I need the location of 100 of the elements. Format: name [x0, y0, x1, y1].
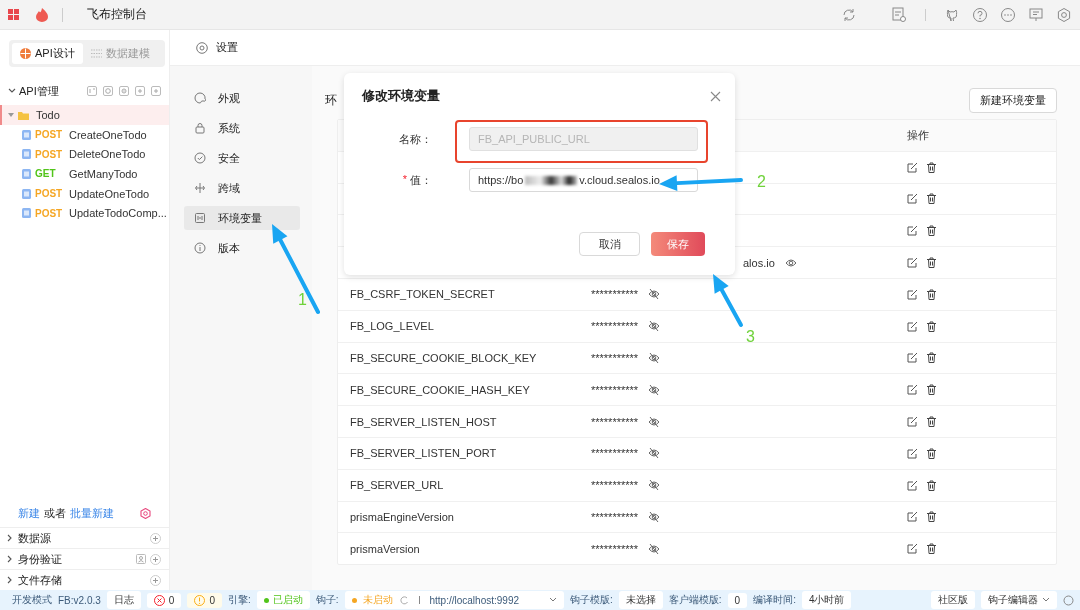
nav-item[interactable]: 环境变量 — [184, 206, 300, 230]
document-preview-icon[interactable] — [891, 6, 907, 23]
status-label: 编译时间: — [753, 593, 796, 607]
chevron-icon[interactable] — [8, 87, 16, 95]
edit-icon[interactable] — [907, 416, 918, 428]
grid-menu-icon[interactable] — [8, 9, 19, 20]
api-item[interactable]: POST UpdateTodoComp... — [0, 203, 169, 223]
error-count[interactable]: 0 — [146, 592, 182, 608]
settings-icon[interactable] — [1056, 6, 1072, 23]
edit-icon[interactable] — [907, 511, 918, 523]
api-item[interactable]: POST UpdateOneTodo — [0, 183, 169, 204]
trash-icon[interactable] — [926, 543, 937, 555]
variable-name: prismaEngineVersion — [350, 510, 454, 523]
section-header[interactable]: 数据源 — [0, 527, 169, 548]
status-chip[interactable]: 日志 — [106, 591, 141, 609]
info-icon — [194, 242, 206, 254]
new-variable-button[interactable]: 新建环境变量 — [969, 88, 1057, 113]
edit-icon[interactable] — [907, 384, 918, 396]
status-label: 客户端模版: — [668, 593, 722, 607]
cancel-button[interactable]: 取消 — [579, 232, 640, 256]
edit-icon[interactable] — [907, 447, 918, 459]
trash-icon[interactable] — [926, 225, 937, 237]
edit-icon[interactable] — [907, 193, 918, 205]
variable-value: *********** — [591, 479, 639, 492]
help-icon[interactable] — [972, 6, 988, 23]
add-icon[interactable] — [150, 553, 161, 565]
add-icon[interactable] — [150, 532, 161, 544]
api-item[interactable]: GET GetManyTodo — [0, 164, 169, 184]
hook-url: http://localhost:9992 — [429, 594, 519, 606]
nav-item[interactable]: 版本 — [184, 236, 300, 260]
edit-icon[interactable] — [907, 288, 918, 300]
arrow — [713, 274, 743, 327]
close-icon[interactable] — [710, 90, 721, 102]
create-link[interactable]: 新建 — [18, 506, 40, 521]
trash-icon[interactable] — [926, 161, 937, 173]
globe-icon — [20, 48, 31, 59]
eye-off-icon[interactable] — [648, 542, 661, 555]
section-header[interactable]: API管理 — [8, 83, 161, 99]
trash-icon[interactable] — [926, 384, 937, 396]
variable-value: *********** — [591, 351, 639, 364]
caret-icon[interactable] — [549, 596, 557, 604]
warning-count[interactable]: 0 — [187, 592, 222, 608]
trash-icon[interactable] — [926, 288, 937, 300]
trash-icon[interactable] — [926, 511, 937, 523]
trash-icon[interactable] — [926, 257, 937, 269]
eye-off-icon[interactable] — [648, 288, 661, 301]
eye-off-icon[interactable] — [648, 415, 661, 428]
hook-status[interactable]: 未启动 http://localhost:9992 — [344, 591, 564, 609]
trash-icon[interactable] — [926, 320, 937, 332]
api-item[interactable]: POST DeleteOneTodo — [0, 144, 169, 165]
nav-item[interactable]: 外观 — [184, 86, 300, 110]
edit-icon[interactable] — [907, 257, 918, 269]
eye-icon[interactable] — [784, 256, 797, 269]
batch-create-link[interactable]: 批量新建 — [70, 506, 114, 521]
variable-name: FB_SERVER_URL — [350, 479, 444, 492]
edit-icon[interactable] — [907, 543, 918, 555]
trash-icon[interactable] — [926, 352, 937, 364]
status-chip[interactable]: 未选择 — [618, 591, 663, 609]
trash-icon[interactable] — [926, 447, 937, 459]
value-field[interactable]: https://bo v.cloud.sealos.io — [469, 168, 698, 192]
folder-item[interactable]: Todo — [0, 105, 169, 125]
edit-icon[interactable] — [907, 320, 918, 332]
edit-icon[interactable] — [907, 479, 918, 491]
editor-dropdown[interactable]: 钩子编辑器 — [981, 591, 1057, 609]
status-chip[interactable]: 0 — [727, 592, 748, 608]
chevron-icon[interactable] — [6, 576, 14, 584]
chevron-icon[interactable] — [6, 555, 14, 563]
edit-icon[interactable] — [907, 352, 918, 364]
nav-item[interactable]: 跨域 — [184, 176, 300, 200]
status-chip[interactable]: 4小时前 — [801, 591, 852, 609]
edit-icon[interactable] — [907, 225, 918, 237]
variable-name: FB_SECURE_COOKIE_BLOCK_KEY — [350, 351, 537, 364]
settings-icon[interactable] — [140, 508, 151, 519]
eye-off-icon[interactable] — [648, 479, 661, 492]
hint-text: 或者 — [44, 506, 66, 521]
chevron-icon[interactable] — [6, 534, 14, 542]
tab[interactable]: API设计 — [12, 43, 83, 64]
eye-off-icon[interactable] — [648, 351, 661, 364]
shield-check-icon — [194, 152, 206, 164]
trash-icon[interactable] — [926, 416, 937, 428]
variable-value: *********** — [591, 320, 639, 333]
edit-icon[interactable] — [907, 161, 918, 173]
variable-name: FB_LOG_LEVEL — [350, 320, 434, 333]
eye-off-icon[interactable] — [648, 510, 661, 523]
eye-off-icon[interactable] — [648, 383, 661, 396]
add-icon[interactable] — [150, 574, 161, 586]
status-label: 引擎: — [227, 593, 251, 607]
status-chip[interactable]: 社区版 — [931, 591, 975, 609]
eye-off-icon[interactable] — [648, 447, 661, 460]
trash-icon[interactable] — [926, 193, 937, 205]
eye-off-icon[interactable] — [648, 320, 661, 333]
section-header[interactable]: 身份验证 — [0, 548, 169, 569]
api-item[interactable]: POST CreateOneTodo — [0, 125, 169, 145]
chat-icon[interactable] — [1000, 6, 1016, 23]
nav-item[interactable]: 安全 — [184, 146, 300, 170]
nav-item[interactable]: 系统 — [184, 116, 300, 140]
variable-value: alos.io — [743, 256, 775, 269]
variable-name: FB_SERVER_LISTEN_HOST — [350, 415, 497, 428]
variable-value: *********** — [591, 510, 639, 523]
trash-icon[interactable] — [926, 479, 937, 491]
